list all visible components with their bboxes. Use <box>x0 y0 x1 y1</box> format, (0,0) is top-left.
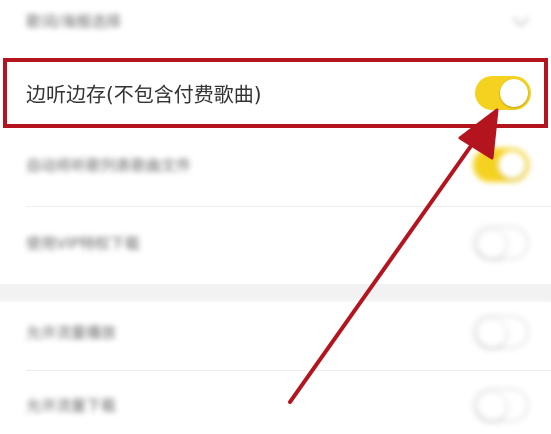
annotation-arrow-icon <box>288 108 499 404</box>
